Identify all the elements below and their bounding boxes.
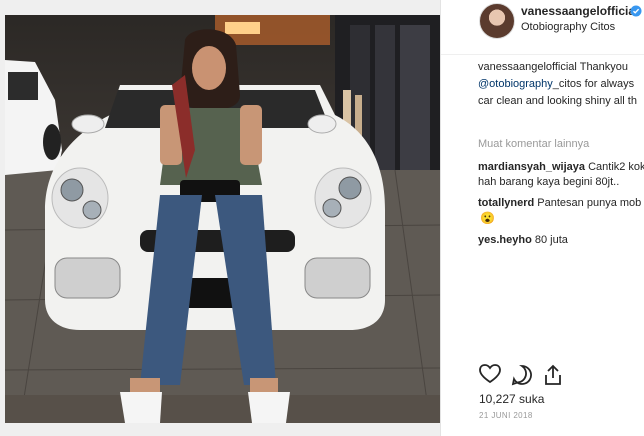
comment-2: totallynerd Pantesan punya mob — [478, 197, 641, 209]
heart-icon[interactable] — [479, 364, 501, 389]
comment-text: 80 juta — [534, 234, 568, 246]
comment-username[interactable]: mardiansyah_wijaya — [478, 161, 585, 173]
comment-icon[interactable] — [511, 364, 533, 391]
comment-emoji: 😮 — [480, 211, 495, 225]
caption-mention[interactable]: @otobiography — [478, 78, 553, 90]
caption-line-1: vanessaangelofficial Thankyou — [478, 61, 629, 73]
post-date: 21 JUNI 2018 — [479, 411, 533, 420]
photo-frame-left — [0, 0, 5, 436]
caption-line-2-rest: _citos for always — [552, 78, 635, 90]
load-more-comments-link[interactable]: Muat komentar lainnya — [478, 138, 589, 150]
comment-1: mardiansyah_wijaya Cantik2 kok — [478, 161, 644, 173]
comment-3: yes.heyho 80 juta — [478, 234, 568, 246]
post-sidebar: vanessaangelofficial Otobiography Citos … — [440, 0, 644, 436]
avatar[interactable] — [479, 3, 515, 39]
comment-username[interactable]: yes.heyho — [478, 234, 532, 246]
author-username[interactable]: vanessaangelofficial — [521, 4, 638, 18]
comment-text: Cantik2 kok — [588, 161, 644, 173]
post-photo[interactable] — [0, 0, 440, 436]
post-photo-illustration — [4, 15, 440, 424]
photo-frame-bottom — [0, 423, 440, 436]
post-header: vanessaangelofficial Otobiography Citos — [441, 0, 644, 55]
post-location[interactable]: Otobiography Citos — [521, 21, 615, 33]
comment-username[interactable]: totallynerd — [478, 197, 534, 209]
share-icon[interactable] — [543, 364, 563, 391]
comment-1-continued: hah barang kaya begini 80jt.. — [478, 176, 620, 188]
caption-line-2: @otobiography_citos for always — [478, 78, 634, 90]
photo-frame-top — [0, 0, 440, 15]
verified-badge-icon — [630, 4, 642, 22]
like-count[interactable]: 10,227 suka — [479, 392, 544, 406]
comment-text: Pantesan punya mob — [537, 197, 642, 209]
caption-line-3: car clean and looking shiny all th — [478, 95, 637, 107]
